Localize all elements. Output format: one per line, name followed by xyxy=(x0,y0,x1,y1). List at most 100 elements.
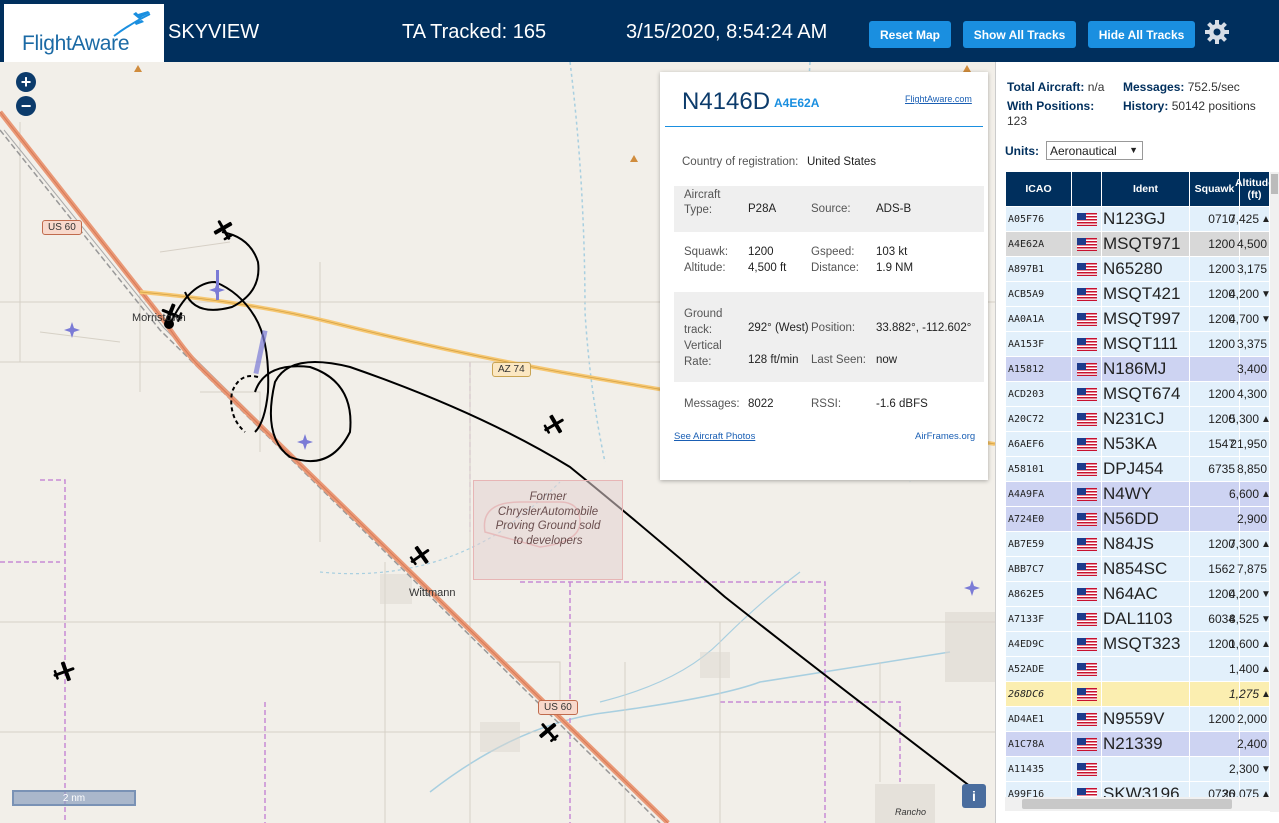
aircraft-icon[interactable] xyxy=(52,660,76,684)
row-squawk xyxy=(1190,357,1240,381)
table-vertical-scrollbar[interactable] xyxy=(1270,172,1279,812)
row-icao: A1C78A xyxy=(1006,732,1072,756)
aircraft-icon[interactable] xyxy=(408,544,432,568)
row-altitude: 1,600 ▲ xyxy=(1229,632,1271,656)
aircraft-photos-link[interactable]: See Aircraft Photos xyxy=(674,431,755,442)
col-header-ident[interactable]: Ident xyxy=(1102,172,1190,206)
table-row[interactable]: A7133F DAL1103 6034 8,525 ▼ xyxy=(1006,607,1271,632)
units-select[interactable]: Aeronautical ▼ xyxy=(1046,141,1143,160)
source-label: Source: xyxy=(811,203,851,215)
table-row[interactable]: A11435 2,300 ▼ xyxy=(1006,757,1271,782)
table-row[interactable]: ACD203 MSQT674 1200 4,300 xyxy=(1006,382,1270,407)
zoom-in-button[interactable]: + xyxy=(16,72,36,92)
town-label-wittmann: Wittmann xyxy=(409,587,456,599)
rssi-value: -1.6 dBFS xyxy=(876,398,928,410)
table-row[interactable]: AB7E59 N84JS 1200 7,300 ▲ xyxy=(1006,532,1271,557)
hide-all-tracks-button[interactable]: Hide All Tracks xyxy=(1088,21,1195,48)
ground-track-value: 292° (West) xyxy=(748,322,809,334)
row-flag xyxy=(1072,657,1102,681)
row-flag xyxy=(1072,332,1102,356)
table-row[interactable]: A15812 N186MJ 3,400 xyxy=(1006,357,1270,382)
row-icao: ACD203 xyxy=(1006,382,1072,406)
table-row[interactable]: A1C78A N21339 2,400 xyxy=(1006,732,1270,757)
flightaware-logo[interactable]: FlightAware xyxy=(4,4,164,62)
airframes-link[interactable]: AirFrames.org xyxy=(915,431,975,442)
table-row[interactable]: A724E0 N56DD 2,900 xyxy=(1006,507,1270,532)
table-row[interactable]: AA0A1A MSQT997 1200 4,700 ▼ xyxy=(1006,307,1271,332)
row-altitude-value: 2,000 xyxy=(1236,712,1267,726)
row-ident: DPJ454 xyxy=(1102,457,1190,481)
col-header-flag[interactable] xyxy=(1072,172,1102,206)
table-row[interactable]: AD4AE1 N9559V 1200 2,000 xyxy=(1006,707,1270,732)
row-altitude: 8,850 xyxy=(1237,457,1270,481)
gear-icon[interactable] xyxy=(1204,19,1230,45)
zoom-out-button[interactable]: − xyxy=(16,96,36,116)
show-all-tracks-button[interactable]: Show All Tracks xyxy=(963,21,1076,48)
us60-shield-north: US 60 xyxy=(42,220,82,235)
reset-map-button[interactable]: Reset Map xyxy=(869,21,951,48)
row-icao: 268DC6 xyxy=(1006,682,1072,706)
row-ident xyxy=(1102,682,1190,706)
table-row[interactable]: ABB7C7 N854SC 1562 7,875 xyxy=(1006,557,1270,582)
row-icao: A15812 xyxy=(1006,357,1072,381)
row-altitude: 6,600 ▲ xyxy=(1229,482,1271,506)
total-aircraft-stat: Total Aircraft: n/a xyxy=(1007,80,1104,95)
us-flag-icon xyxy=(1076,512,1097,526)
table-row[interactable]: A4E62A MSQT971 1200 4,500 xyxy=(1006,232,1270,257)
row-icao: ACB5A9 xyxy=(1006,282,1072,306)
total-aircraft-value: n/a xyxy=(1087,80,1105,94)
table-row[interactable]: A58101 DPJ454 6735 8,850 xyxy=(1006,457,1270,482)
table-row[interactable]: AA153F MSQT111 1200 3,375 xyxy=(1006,332,1270,357)
row-ident: N9559V xyxy=(1102,707,1190,731)
row-altitude: 21,950 xyxy=(1230,432,1270,456)
row-ident: N53KA xyxy=(1102,432,1190,456)
table-row[interactable]: A862E5 N64AC 1200 4,200 ▼ xyxy=(1006,582,1271,607)
row-flag xyxy=(1072,282,1102,306)
us-flag-icon xyxy=(1076,337,1097,351)
us-flag-icon xyxy=(1076,487,1097,501)
row-altitude: 4,700 ▼ xyxy=(1229,307,1271,331)
us-flag-icon xyxy=(1076,712,1097,726)
aircraft-sidebar: Total Aircraft: n/a Messages: 752.5/sec … xyxy=(995,62,1279,823)
flightaware-link[interactable]: FlightAware.com xyxy=(905,94,972,104)
aircraft-icon[interactable] xyxy=(537,720,561,744)
aircraft-icon[interactable] xyxy=(212,218,236,242)
squawk-altitude-row: Squawk: 1200 Gspeed: 103 kt Altitude: 4,… xyxy=(674,242,984,282)
row-altitude-value: 7,875 xyxy=(1236,562,1267,576)
row-flag xyxy=(1072,607,1102,631)
col-header-squawk[interactable]: Squawk xyxy=(1190,172,1240,206)
row-squawk: 1200 xyxy=(1190,232,1240,256)
table-row[interactable]: 268DC6 1,275 ▲ xyxy=(1006,682,1271,707)
row-flag xyxy=(1072,232,1102,256)
with-positions-stat: With Positions: 123 xyxy=(1007,99,1117,129)
table-row[interactable]: A05F76 N123GJ 0710 7,425 ▲ xyxy=(1006,207,1271,232)
col-header-altitude[interactable]: Altitude (ft) xyxy=(1235,172,1274,206)
last-seen-value: now xyxy=(876,354,898,366)
table-row[interactable]: A4A9FA N4WY 6,600 ▲ xyxy=(1006,482,1271,507)
table-row[interactable]: A6AEF6 N53KA 1547 21,950 xyxy=(1006,432,1270,457)
aircraft-icon[interactable] xyxy=(542,413,566,437)
row-altitude-value: 7,425 xyxy=(1228,212,1259,226)
table-horizontal-scroll-thumb[interactable] xyxy=(1022,799,1232,809)
row-squawk: 1200 xyxy=(1190,707,1240,731)
us-flag-icon xyxy=(1076,587,1097,601)
country-label: Country of registration: xyxy=(682,156,799,168)
table-row[interactable]: A4ED9C MSQT323 1200 1,600 ▲ xyxy=(1006,632,1271,657)
row-ident: MSQT997 xyxy=(1102,307,1190,331)
row-ident: MSQT111 xyxy=(1102,332,1190,356)
table-row[interactable]: A20C72 N231CJ 1200 5,300 ▲ xyxy=(1006,407,1271,432)
row-altitude-value: 5,300 xyxy=(1228,412,1259,426)
row-flag xyxy=(1072,707,1102,731)
table-row[interactable]: A52ADE 1,400 ▲ xyxy=(1006,657,1271,682)
table-row[interactable]: ACB5A9 MSQT421 1200 4,200 ▼ xyxy=(1006,282,1271,307)
row-altitude: 3,375 xyxy=(1237,332,1270,356)
tracked-count: TA Tracked: 165 xyxy=(402,21,547,43)
table-row[interactable]: A897B1 N65280 1200 3,175 xyxy=(1006,257,1270,282)
table-vertical-scroll-thumb[interactable] xyxy=(1271,174,1278,194)
us-flag-icon xyxy=(1076,312,1097,326)
aircraft-type-label: Aircraft Type: xyxy=(684,189,721,216)
us-flag-icon xyxy=(1076,537,1097,551)
map-info-button[interactable]: i xyxy=(962,784,986,808)
col-header-icao[interactable]: ICAO xyxy=(1006,172,1072,206)
altitude-value: 4,500 ft xyxy=(748,262,787,274)
